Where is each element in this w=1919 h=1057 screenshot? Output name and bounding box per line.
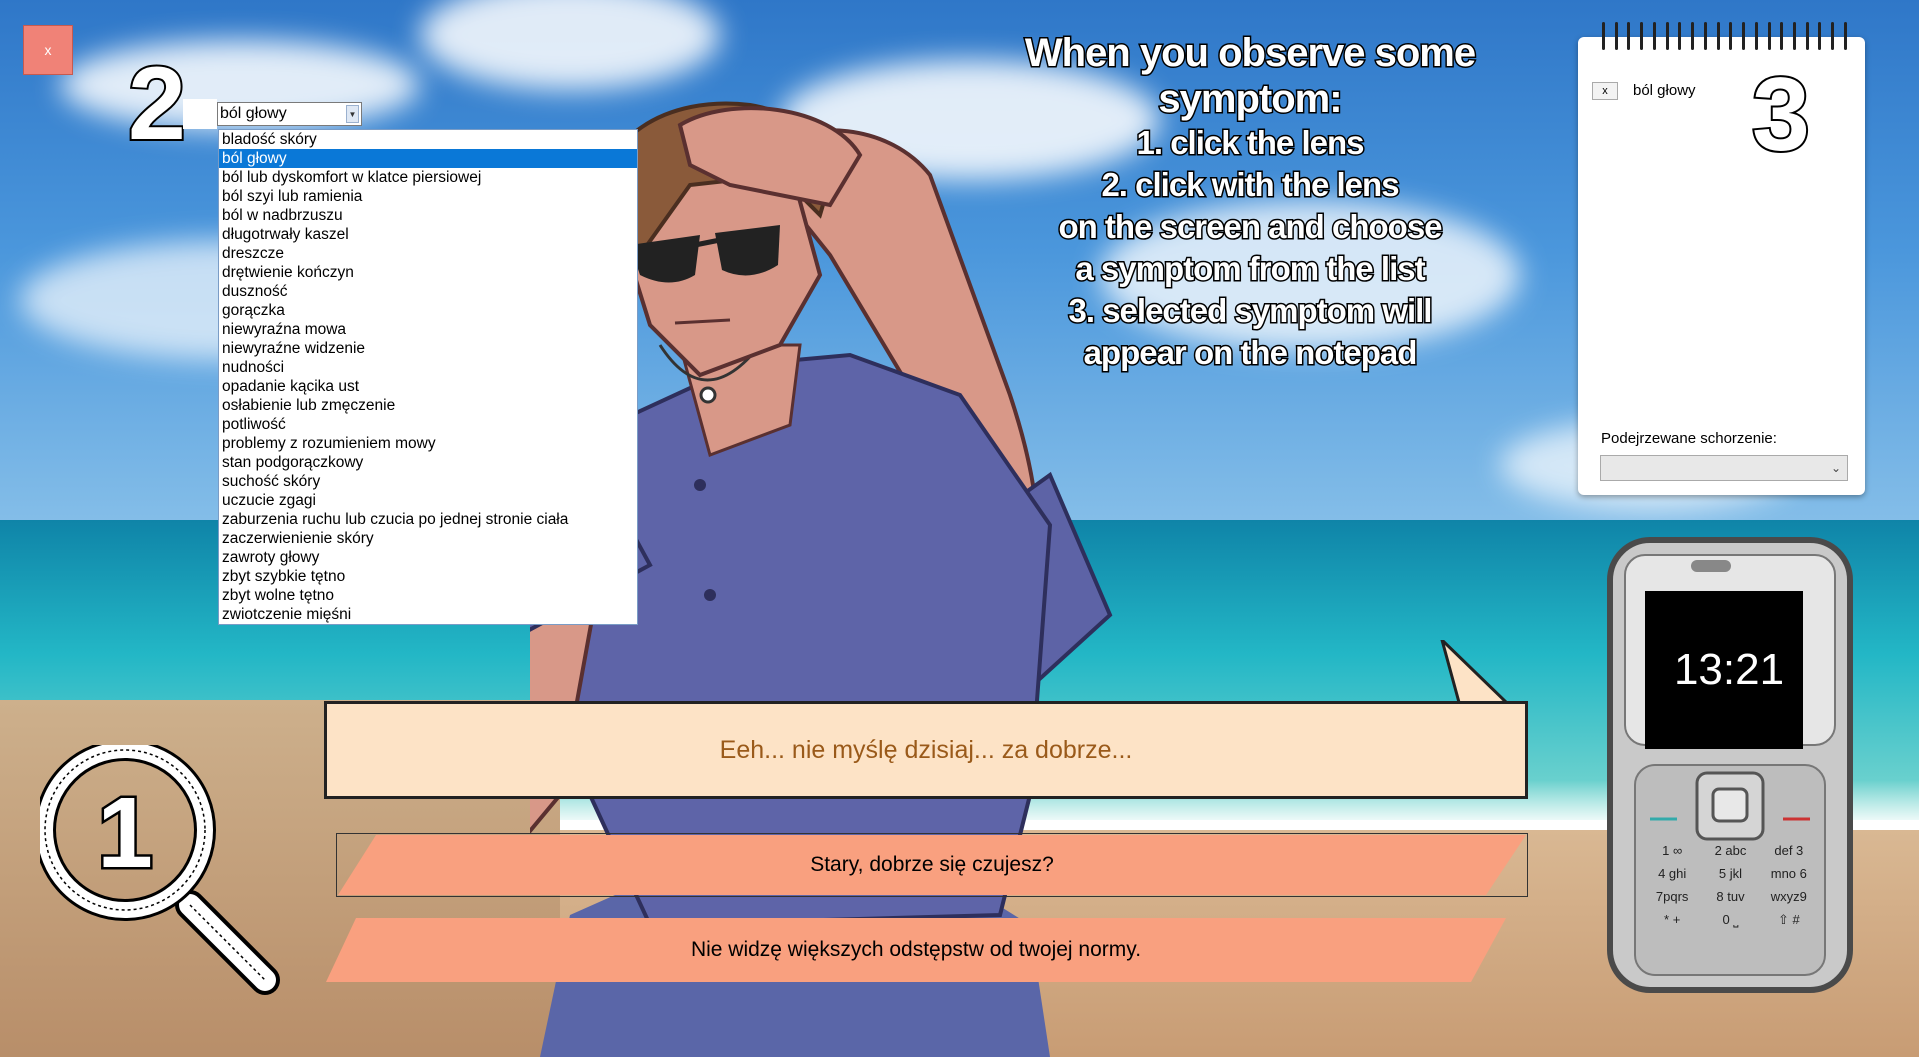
phone[interactable]: 13:21 1 ∞ 2 abc def 3 4 ghi 5 jkl mno 6 7pqrs 8… bbox=[1605, 535, 1855, 995]
magnifying-lens-icon[interactable]: 1 bbox=[40, 745, 280, 995]
suspected-disease-select[interactable]: ⌄ bbox=[1600, 455, 1848, 481]
instructions-heading: When you observe some symptom: bbox=[1023, 30, 1477, 123]
phone-key[interactable]: 2 abc bbox=[1701, 843, 1759, 858]
phone-key[interactable]: 1 ∞ bbox=[1643, 843, 1701, 858]
phone-key[interactable]: 8 tuv bbox=[1701, 889, 1759, 904]
symptom-option[interactable]: duszność bbox=[219, 282, 637, 301]
step-number-2: 2 bbox=[126, 46, 188, 162]
speech-bubble: Eeh... nie myślę dzisiaj... za dobrze... bbox=[324, 701, 1528, 799]
symptom-option[interactable]: suchość skóry bbox=[219, 472, 637, 491]
symptom-option[interactable]: opadanie kącika ust bbox=[219, 377, 637, 396]
symptom-option[interactable]: potliwość bbox=[219, 415, 637, 434]
phone-key[interactable]: ⇧ # bbox=[1760, 912, 1818, 928]
necklace-pendant bbox=[699, 386, 717, 404]
symptom-option[interactable]: nudności bbox=[219, 358, 637, 377]
symptom-option[interactable]: osłabienie lub zmęczenie bbox=[219, 396, 637, 415]
chevron-down-icon: ⌄ bbox=[1830, 461, 1841, 475]
choice-text: Stary, dobrze się czujesz? bbox=[810, 853, 1054, 876]
symptom-option[interactable]: niewyraźna mowa bbox=[219, 320, 637, 339]
instruction-line: on the screen and choose bbox=[1057, 207, 1444, 247]
notepad bbox=[1578, 37, 1865, 495]
symptom-option[interactable]: zaczerwienienie skóry bbox=[219, 529, 637, 548]
notepad-symptom: ból głowy bbox=[1633, 82, 1696, 99]
select-background bbox=[183, 99, 217, 129]
symptom-option[interactable]: zwiotczenie mięśni bbox=[219, 605, 637, 624]
dialogue-choice-2[interactable]: Nie widzę większych odstępstw od twojej … bbox=[326, 918, 1506, 982]
symptom-select-value: ból głowy bbox=[220, 105, 287, 122]
instruction-line: appear on the notepad bbox=[1082, 333, 1419, 373]
phone-key[interactable]: mno 6 bbox=[1760, 866, 1818, 881]
step-number-1: 1 bbox=[97, 777, 153, 889]
symptom-option[interactable]: długotrwały kaszel bbox=[219, 225, 637, 244]
symptom-option[interactable]: zaburzenia ruchu lub czucia po jednej st… bbox=[219, 510, 637, 529]
symptom-option[interactable]: ból w nadbrzuszu bbox=[219, 206, 637, 225]
shirt-button bbox=[694, 479, 706, 491]
instruction-line: 1. click the lens bbox=[1135, 123, 1366, 163]
instruction-line: 2. click with the lens bbox=[1100, 165, 1401, 205]
close-button[interactable]: x bbox=[23, 25, 73, 75]
phone-time: 13:21 bbox=[1673, 645, 1785, 694]
phone-key[interactable]: 4 ghi bbox=[1643, 866, 1701, 881]
phone-key[interactable]: wxyz9 bbox=[1760, 889, 1818, 904]
phone-key[interactable]: * + bbox=[1643, 912, 1701, 928]
remove-symptom-button[interactable]: x bbox=[1592, 82, 1618, 100]
phone-key[interactable]: 5 jkl bbox=[1701, 866, 1759, 881]
symptom-option[interactable]: stan podgorączkowy bbox=[219, 453, 637, 472]
symptom-option[interactable]: gorączka bbox=[219, 301, 637, 320]
symptom-option[interactable]: ból lub dyskomfort w klatce piersiowej bbox=[219, 168, 637, 187]
notepad-spiral bbox=[1602, 22, 1847, 52]
shirt-button bbox=[704, 589, 716, 601]
speech-bubble-tail bbox=[1440, 640, 1510, 708]
speech-text: Eeh... nie myślę dzisiaj... za dobrze... bbox=[719, 735, 1133, 764]
instruction-line: a symptom from the list bbox=[1074, 249, 1427, 289]
symptom-option[interactable]: ból szyi lub ramienia bbox=[219, 187, 637, 206]
instruction-line: 3. selected symptom will bbox=[1067, 291, 1434, 331]
phone-key[interactable]: 0 ⎵ bbox=[1701, 912, 1759, 928]
symptom-option[interactable]: ból głowy bbox=[219, 149, 637, 168]
symptom-option[interactable]: niewyraźne widzenie bbox=[219, 339, 637, 358]
symptom-option[interactable]: zbyt wolne tętno bbox=[219, 586, 637, 605]
phone-keypad: 1 ∞ 2 abc def 3 4 ghi 5 jkl mno 6 7pqrs 8 tuv wx… bbox=[1643, 843, 1818, 928]
suspected-disease-label: Podejrzewane schorzenie: bbox=[1601, 430, 1777, 447]
symptom-option[interactable]: problemy z rozumieniem mowy bbox=[219, 434, 637, 453]
choice-text: Nie widzę większych odstępstw od twojej … bbox=[690, 938, 1142, 961]
symptom-select[interactable]: ból głowy ▼ bbox=[217, 102, 362, 126]
dialogue-choice-1[interactable]: Stary, dobrze się czujesz? bbox=[336, 833, 1528, 897]
symptom-option[interactable]: zbyt szybkie tętno bbox=[219, 567, 637, 586]
symptom-option[interactable]: drętwienie kończyn bbox=[219, 263, 637, 282]
phone-key[interactable]: 7pqrs bbox=[1643, 889, 1701, 904]
sunglasses-icon bbox=[715, 225, 780, 276]
symptom-option[interactable]: bladość skóry bbox=[219, 130, 637, 149]
step-number-3: 3 bbox=[1750, 57, 1812, 173]
instructions-panel: When you observe some symptom: 1. click … bbox=[930, 30, 1570, 374]
phone-key[interactable]: def 3 bbox=[1760, 843, 1818, 858]
symptom-options-list[interactable]: bladość skóry ból głowy ból lub dyskomfort… bbox=[218, 129, 638, 625]
chevron-down-icon[interactable]: ▼ bbox=[346, 105, 359, 123]
symptom-option[interactable]: dreszcze bbox=[219, 244, 637, 263]
symptom-option[interactable]: zawroty głowy bbox=[219, 548, 637, 567]
symptom-option[interactable]: uczucie zgagi bbox=[219, 491, 637, 510]
